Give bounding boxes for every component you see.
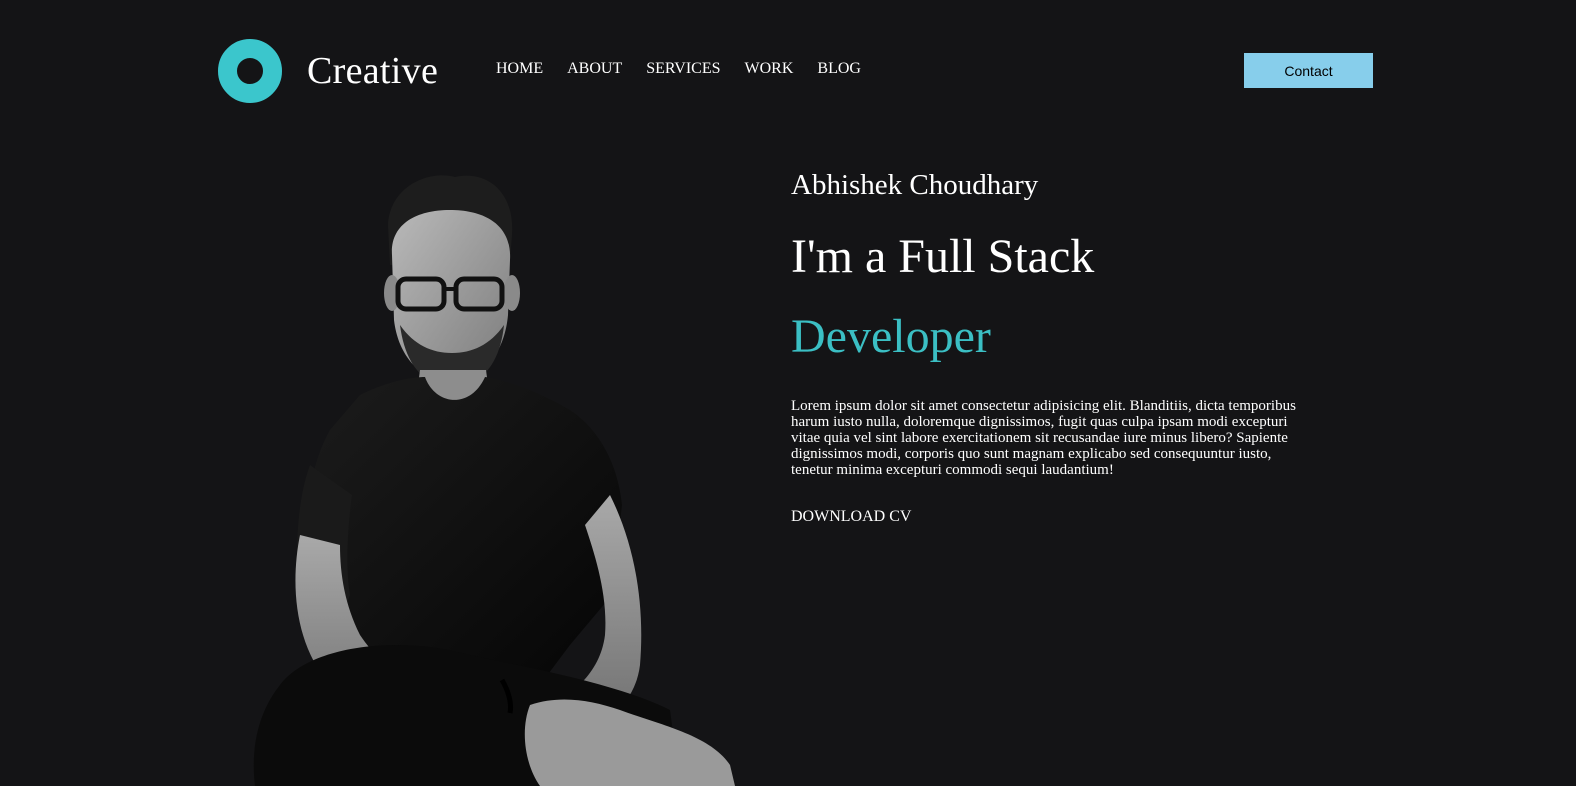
profile-photo [253,175,735,786]
nav-item-services[interactable]: SERVICES [646,60,720,78]
main-nav: HOME ABOUT SERVICES WORK BLOG [496,60,885,78]
page: Creative HOME ABOUT SERVICES WORK BLOG C… [0,0,1576,786]
hero-name: Abhishek Choudhary [791,169,1039,201]
contact-button[interactable]: Contact [1244,53,1373,88]
nav-item-home[interactable]: HOME [496,60,543,78]
download-cv-link[interactable]: DOWNLOAD CV [791,508,911,526]
hero-section: Abhishek Choudhary I'm a Full Stack Deve… [791,168,1321,526]
hero-title: I'm a Full Stack [791,230,1095,283]
nav-item-work[interactable]: WORK [745,60,794,78]
nav-item-about[interactable]: ABOUT [567,60,622,78]
brand-name: Creative [307,50,439,92]
logo-ring-icon [218,39,282,103]
hero-description: Lorem ipsum dolor sit amet consectetur a… [791,398,1296,478]
hero-role: Developer [791,310,991,363]
logo[interactable]: Creative [218,39,438,103]
nav-item-blog[interactable]: BLOG [817,60,861,78]
